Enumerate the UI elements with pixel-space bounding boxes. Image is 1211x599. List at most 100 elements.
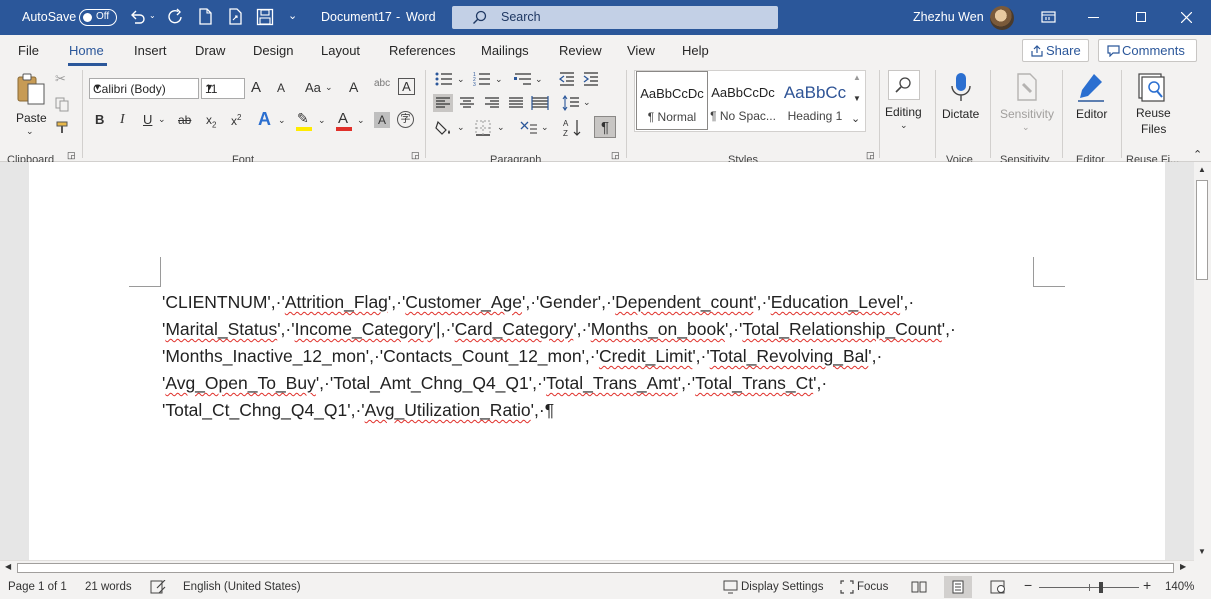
comments-button[interactable]: Comments [1098, 39, 1197, 62]
subscript-icon[interactable]: x2 [206, 114, 216, 129]
zoom-slider[interactable] [1039, 582, 1139, 593]
copy-icon[interactable] [55, 97, 69, 112]
multilevel-dropdown-icon[interactable]: ⌄ [535, 75, 543, 84]
font-launcher-icon[interactable]: ◲ [411, 151, 420, 160]
scroll-left-icon[interactable]: ◀ [5, 563, 11, 571]
tab-help[interactable]: Help [682, 43, 709, 58]
clear-formatting-icon[interactable]: A [349, 80, 358, 94]
font-size-box[interactable]: 11 ▼ [201, 78, 245, 99]
document-line[interactable]: 'Avg_Open_To_Buy',·'Total_Amt_Chng_Q4_Q1… [162, 370, 1032, 397]
open-icon[interactable] [228, 8, 244, 26]
change-case-icon[interactable]: Aa [305, 81, 321, 94]
align-center-icon[interactable] [459, 95, 475, 111]
tab-layout[interactable]: Layout [321, 43, 360, 58]
sensitivity-button[interactable]: Sensitivity ⌄ [996, 70, 1056, 136]
language-indicator[interactable]: English (United States) [183, 581, 301, 593]
avatar[interactable] [990, 6, 1014, 30]
align-left-icon[interactable] [433, 94, 453, 112]
focus-button[interactable]: Focus [857, 581, 888, 593]
asian-layout-icon[interactable] [518, 119, 538, 137]
tab-file[interactable]: File [18, 43, 39, 58]
multilevel-list-icon[interactable] [514, 71, 532, 87]
editor-button[interactable]: Editor [1068, 70, 1116, 132]
document-line[interactable]: 'Total_Ct_Chng_Q4_Q1',·'Avg_Utilization_… [162, 397, 1032, 424]
tab-insert[interactable]: Insert [134, 43, 167, 58]
asian-layout-dropdown-icon[interactable]: ⌄ [541, 123, 549, 132]
display-settings-button[interactable]: Display Settings [741, 581, 823, 593]
scroll-up-icon[interactable]: ▲ [1198, 166, 1206, 174]
line-spacing-dropdown-icon[interactable]: ⌄ [583, 98, 591, 107]
align-right-icon[interactable] [484, 95, 500, 111]
document-line[interactable]: 'CLIENTNUM',·'Attrition_Flag',·'Customer… [162, 289, 1032, 316]
styles-scroll-up-icon[interactable]: ▲ [853, 74, 861, 82]
zoom-slider-thumb[interactable] [1099, 582, 1103, 593]
bold-icon[interactable]: B [95, 113, 104, 126]
zoom-out-button[interactable]: − [1024, 577, 1032, 593]
increase-indent-icon[interactable] [583, 71, 599, 87]
vertical-scrollbar[interactable]: ▲ ▼ [1194, 162, 1211, 560]
maximize-button[interactable] [1117, 0, 1163, 35]
horizontal-scrollbar[interactable]: ◀ ▶ [0, 560, 1194, 575]
bullets-dropdown-icon[interactable]: ⌄ [457, 75, 465, 84]
close-button[interactable] [1163, 0, 1209, 35]
page-count[interactable]: Page 1 of 1 [8, 581, 67, 593]
paste-button[interactable]: Paste ⌄ [12, 70, 50, 136]
tab-mailings[interactable]: Mailings [481, 43, 529, 58]
paragraph-shading-icon[interactable] [434, 119, 454, 137]
distributed-icon[interactable] [531, 95, 549, 111]
ribbon-display-options-icon[interactable] [1041, 11, 1057, 24]
vertical-scroll-thumb[interactable] [1196, 180, 1208, 280]
clipboard-launcher-icon[interactable]: ◲ [67, 151, 76, 160]
collapse-ribbon-icon[interactable]: ⌃ [1193, 150, 1202, 161]
change-case-dropdown-icon[interactable]: ⌄ [325, 83, 333, 92]
scroll-down-icon[interactable]: ▼ [1198, 548, 1206, 556]
undo-dropdown-icon[interactable]: ⌄ [149, 11, 156, 20]
redo-icon[interactable] [167, 8, 185, 26]
font-color-dropdown-icon[interactable]: ⌄ [357, 116, 365, 125]
enclose-characters-icon[interactable]: 字 [397, 111, 414, 128]
document-body[interactable]: 'CLIENTNUM',·'Attrition_Flag',·'Customer… [162, 289, 1032, 424]
shading-icon[interactable]: A [374, 112, 390, 128]
numbering-dropdown-icon[interactable]: ⌄ [495, 75, 503, 84]
proofing-icon[interactable] [150, 580, 166, 594]
tab-view[interactable]: View [627, 43, 655, 58]
autosave-toggle[interactable]: Off [79, 9, 117, 26]
tab-draw[interactable]: Draw [195, 43, 225, 58]
new-document-icon[interactable] [198, 8, 214, 26]
cut-icon[interactable]: ✂ [55, 72, 66, 85]
borders-icon[interactable] [475, 120, 491, 136]
grow-font-icon[interactable]: A [251, 80, 261, 95]
underline-icon[interactable]: U [143, 113, 152, 126]
search-box[interactable]: Search [452, 6, 778, 29]
read-mode-icon[interactable] [911, 580, 927, 594]
zoom-in-button[interactable]: + [1143, 577, 1151, 593]
print-layout-icon[interactable] [951, 580, 965, 594]
word-count[interactable]: 21 words [85, 581, 132, 593]
undo-icon[interactable] [128, 8, 146, 26]
tab-review[interactable]: Review [559, 43, 602, 58]
sort-icon[interactable]: AZ [563, 118, 583, 138]
justify-icon[interactable] [508, 95, 524, 111]
strikethrough-icon[interactable]: ab [178, 114, 191, 126]
tab-references[interactable]: References [389, 43, 455, 58]
styles-scroll-down-icon[interactable]: ▼ [853, 95, 861, 103]
tab-design[interactable]: Design [253, 43, 293, 58]
show-formatting-marks-icon[interactable]: ¶ [594, 116, 616, 138]
dictate-button[interactable]: Dictate [940, 70, 984, 132]
decrease-indent-icon[interactable] [559, 71, 575, 87]
user-name[interactable]: Zhezhu Wen [913, 10, 984, 24]
bullets-icon[interactable] [435, 71, 453, 87]
text-effects-icon[interactable]: A [258, 110, 271, 128]
save-icon[interactable] [256, 8, 274, 26]
horizontal-scroll-thumb[interactable] [17, 563, 1174, 573]
borders-dropdown-icon[interactable]: ⌄ [497, 123, 505, 132]
line-spacing-icon[interactable] [562, 95, 580, 111]
highlight-icon[interactable]: ✎ [297, 111, 309, 125]
styles-more-icon[interactable]: ⌄ [851, 114, 860, 125]
style-normal[interactable]: AaBbCcDc ¶ Normal [636, 71, 708, 130]
zoom-level[interactable]: 140% [1165, 581, 1194, 593]
share-button[interactable]: Share [1022, 39, 1089, 62]
text-effects-dropdown-icon[interactable]: ⌄ [278, 116, 286, 125]
minimize-button[interactable] [1071, 0, 1117, 35]
superscript-icon[interactable]: x2 [231, 114, 241, 128]
